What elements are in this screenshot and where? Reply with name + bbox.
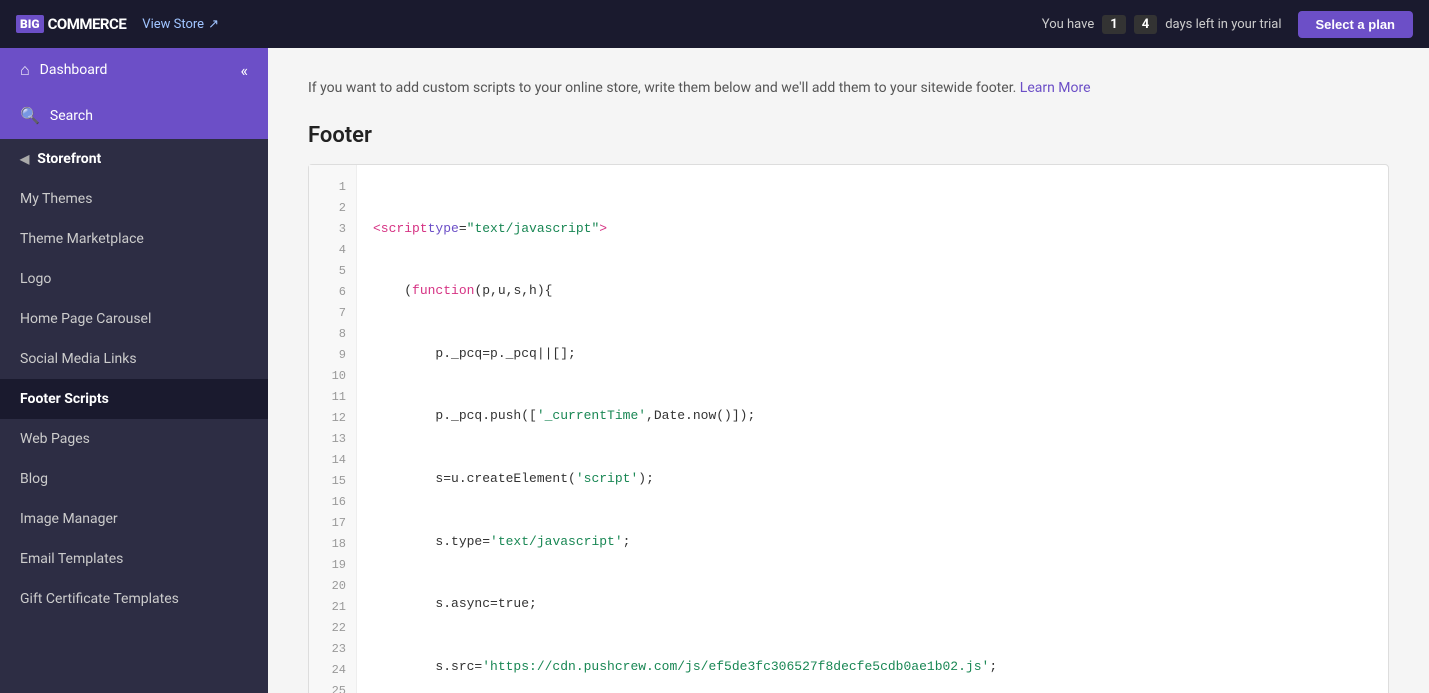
search-icon: 🔍 (20, 106, 40, 125)
trial-text-after: days left in your trial (1165, 17, 1281, 32)
sidebar-item-home-page-carousel[interactable]: Home Page Carousel (0, 299, 268, 339)
top-bar-left: BIG COMMERCE View Store ↗ (16, 15, 219, 33)
sidebar-item-gift-certificate-templates[interactable]: Gift Certificate Templates (0, 579, 268, 619)
info-text: If you want to add custom scripts to you… (308, 78, 1389, 99)
trial-num2: 4 (1134, 15, 1157, 34)
main-content: If you want to add custom scripts to you… (268, 48, 1429, 693)
layout: ⌂ Dashboard « 🔍 Search ◀ Storefront My T… (0, 48, 1429, 693)
code-line-3: p._pcq=p._pcq||[]; (373, 344, 1372, 365)
trial-text-before: You have (1042, 17, 1094, 32)
sidebar-item-logo[interactable]: Logo (0, 259, 268, 299)
line-numbers: 12345 678910 1112131415 1617181920 21222… (309, 165, 357, 693)
trial-num1: 1 (1102, 15, 1125, 34)
sidebar-top-actions: ⌂ Dashboard « (0, 48, 268, 92)
dashboard-item[interactable]: ⌂ Dashboard (20, 60, 107, 80)
select-plan-button[interactable]: Select a plan (1298, 11, 1413, 38)
storefront-section[interactable]: ◀ Storefront (0, 139, 268, 179)
home-icon: ⌂ (20, 60, 30, 80)
my-themes-label: My Themes (20, 191, 92, 207)
external-link-icon: ↗ (208, 17, 219, 32)
logo: BIG COMMERCE (16, 15, 126, 33)
code-line-5: s=u.createElement('script'); (373, 469, 1372, 490)
sidebar-item-email-templates[interactable]: Email Templates (0, 539, 268, 579)
code-line-4: p._pcq.push(['_currentTime',Date.now()])… (373, 406, 1372, 427)
sidebar-item-image-manager[interactable]: Image Manager (0, 499, 268, 539)
trial-info: You have 1 4 days left in your trial Sel… (1042, 11, 1413, 38)
search-label: Search (50, 108, 93, 124)
sidebar-item-blog[interactable]: Blog (0, 459, 268, 499)
top-bar: BIG COMMERCE View Store ↗ You have 1 4 d… (0, 0, 1429, 48)
code-editor[interactable]: 12345 678910 1112131415 1617181920 21222… (308, 164, 1389, 693)
logo-big: BIG (16, 15, 44, 33)
logo-text: COMMERCE (48, 15, 127, 33)
learn-more-link[interactable]: Learn More (1020, 80, 1091, 96)
gift-certificate-templates-label: Gift Certificate Templates (20, 591, 179, 607)
sidebar-item-theme-marketplace[interactable]: Theme Marketplace (0, 219, 268, 259)
search-item[interactable]: 🔍 Search (0, 92, 268, 139)
sidebar-top: ⌂ Dashboard « 🔍 Search (0, 48, 268, 139)
sidebar: ⌂ Dashboard « 🔍 Search ◀ Storefront My T… (0, 48, 268, 693)
section-title: Footer (308, 123, 1389, 148)
blog-label: Blog (20, 471, 48, 487)
social-media-links-label: Social Media Links (20, 351, 137, 367)
footer-scripts-label: Footer Scripts (20, 391, 109, 407)
storefront-arrow: ◀ (20, 152, 29, 166)
sidebar-item-social-media-links[interactable]: Social Media Links (0, 339, 268, 379)
code-content[interactable]: <script type="text/javascript"> (functio… (357, 165, 1388, 693)
image-manager-label: Image Manager (20, 511, 118, 527)
code-line-7: s.async=true; (373, 594, 1372, 615)
theme-marketplace-label: Theme Marketplace (20, 231, 144, 247)
sidebar-item-footer-scripts[interactable]: Footer Scripts (0, 379, 268, 419)
code-line-8: s.src='https://cdn.pushcrew.com/js/ef5de… (373, 657, 1372, 678)
storefront-label: Storefront (37, 151, 101, 167)
code-line-2: (function(p,u,s,h){ (373, 281, 1372, 302)
view-store-link[interactable]: View Store ↗ (142, 17, 219, 32)
sidebar-item-web-pages[interactable]: Web Pages (0, 419, 268, 459)
code-line-1: <script type="text/javascript"> (373, 219, 1372, 240)
collapse-icon[interactable]: « (240, 61, 248, 80)
home-page-carousel-label: Home Page Carousel (20, 311, 151, 327)
email-templates-label: Email Templates (20, 551, 123, 567)
logo-label: Logo (20, 271, 51, 287)
code-line-6: s.type='text/javascript'; (373, 532, 1372, 553)
dashboard-label: Dashboard (40, 62, 108, 78)
web-pages-label: Web Pages (20, 431, 90, 447)
sidebar-item-my-themes[interactable]: My Themes (0, 179, 268, 219)
